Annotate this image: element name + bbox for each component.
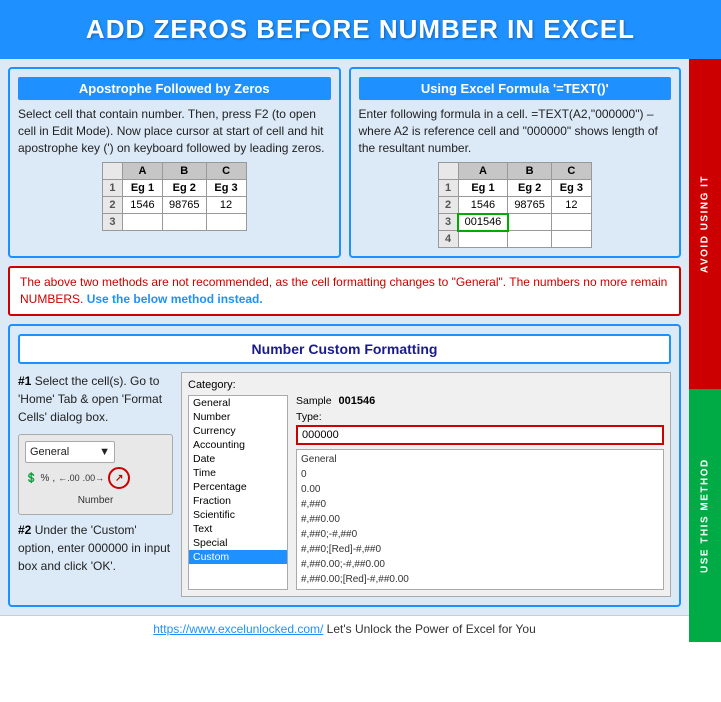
content-area: Apostrophe Followed by Zeros Select cell… <box>0 59 721 642</box>
header-title: ADD ZEROS BEFORE NUMBER IN EXCEL <box>86 14 635 44</box>
step2-text: #2 Under the 'Custom' option, enter 0000… <box>18 521 173 575</box>
category-list: General Number Currency Accounting Date … <box>188 395 288 590</box>
type-option-hash0[interactable]: #,##0 <box>301 497 659 512</box>
dropdown-text: General <box>30 444 69 461</box>
format-icons: 💲 % , ←.00 .00→ <box>25 471 104 486</box>
type-options-list: General 0 0.00 #,##0 #,##0.00 #,##0;-#,#… <box>296 449 664 590</box>
side-tabs: AVOID USING IT USE THIS METHOD <box>689 59 721 642</box>
bottom-section: Number Custom Formatting #1 Select the c… <box>8 324 681 607</box>
left-excel-table: A B C 1 Eg 1 Eg 2 Eg 3 <box>102 162 247 231</box>
footer-tagline: Let's Unlock the Power of Excel for You <box>323 622 535 636</box>
right-panel-text: Enter following formula in a cell. =TEXT… <box>359 106 672 156</box>
dialog-right: Sample 001546 Type: 000000 General 0 <box>296 395 664 590</box>
type-label: Type: <box>296 411 664 423</box>
right-table-col-a: A <box>458 163 508 180</box>
bottom-dialog: Category: General Number Currency Accoun… <box>181 372 671 597</box>
type-option-neg[interactable]: #,##0;-#,##0 <box>301 527 659 542</box>
type-option-neg2[interactable]: #,##0.00;-#,##0.00 <box>301 557 659 572</box>
bottom-title: Number Custom Formatting <box>18 334 671 364</box>
type-option-hash0.00[interactable]: #,##0.00 <box>301 512 659 527</box>
side-tab-use: USE THIS METHOD <box>689 389 721 642</box>
sample-label: Sample <box>296 395 332 407</box>
type-option-red[interactable]: #,##0;[Red]-#,##0 <box>301 542 659 557</box>
bottom-left: #1 Select the cell(s). Go to 'Home' Tab … <box>18 372 173 576</box>
left-table-corner <box>102 163 122 180</box>
table-row: 1 Eg 1 Eg 2 Eg 3 <box>102 180 246 197</box>
type-option-red2[interactable]: #,##0.00;[Red]-#,##0.00 <box>301 572 659 587</box>
table-row: 4 <box>438 231 591 248</box>
comma-icon: , <box>52 471 55 486</box>
dropdown-arrow-icon: ▼ <box>99 444 110 461</box>
step1-text: #1 Select the cell(s). Go to 'Home' Tab … <box>18 372 173 426</box>
footer-link[interactable]: https://www.excelunlocked.com/ <box>153 622 323 636</box>
left-table-col-a: A <box>122 163 162 180</box>
cat-special[interactable]: Special <box>189 536 287 550</box>
table-row: 2 1546 98765 12 <box>438 197 591 214</box>
cat-custom[interactable]: Custom <box>189 550 287 564</box>
format-icons-row: 💲 % , ←.00 .00→ ↗ <box>25 467 166 489</box>
cat-number[interactable]: Number <box>189 410 287 424</box>
sample-value: 001546 <box>339 395 376 407</box>
percent-icon: % <box>40 471 49 486</box>
left-panel-title: Apostrophe Followed by Zeros <box>18 77 331 100</box>
format-label: Number <box>25 493 166 508</box>
category-label: Category: <box>188 379 664 391</box>
cat-scientific[interactable]: Scientific <box>189 508 287 522</box>
right-excel-table: A B C 1 Eg 1 Eg 2 Eg 3 <box>438 162 592 248</box>
page-container: ADD ZEROS BEFORE NUMBER IN EXCEL Apostro… <box>0 0 721 642</box>
right-panel: Using Excel Formula '=TEXT()' Enter foll… <box>349 67 682 258</box>
top-panels: Apostrophe Followed by Zeros Select cell… <box>8 67 681 258</box>
type-option-0.00[interactable]: 0.00 <box>301 482 659 497</box>
dialog-sample: Sample 001546 <box>296 395 664 407</box>
warning-bar: The above two methods are not recommende… <box>8 266 681 316</box>
left-panel-text: Select cell that contain number. Then, p… <box>18 106 331 156</box>
format-row: General ▼ <box>25 441 166 464</box>
footer: https://www.excelunlocked.com/ Let's Unl… <box>0 615 689 642</box>
right-table-col-c: C <box>551 163 591 180</box>
right-table-col-b: B <box>508 163 552 180</box>
cat-percentage[interactable]: Percentage <box>189 480 287 494</box>
left-table-col-b: B <box>162 163 206 180</box>
cat-text[interactable]: Text <box>189 522 287 536</box>
currency-icon: 💲 <box>25 471 37 486</box>
cat-accounting[interactable]: Accounting <box>189 438 287 452</box>
main-content: Apostrophe Followed by Zeros Select cell… <box>0 59 689 615</box>
table-row: 1 Eg 1 Eg 2 Eg 3 <box>438 180 591 197</box>
dialog-row: General Number Currency Accounting Date … <box>188 395 664 590</box>
decrease-decimal-icon: ←.00 <box>58 472 80 486</box>
table-row: 3 <box>102 214 246 231</box>
format-cells-box: General ▼ 💲 % , ←.00 <box>18 434 173 516</box>
cat-fraction[interactable]: Fraction <box>189 494 287 508</box>
left-panel: Apostrophe Followed by Zeros Select cell… <box>8 67 341 258</box>
increase-decimal-icon: .00→ <box>83 472 105 486</box>
outer-wrapper: Apostrophe Followed by Zeros Select cell… <box>0 59 721 642</box>
type-input[interactable]: 000000 <box>296 425 664 445</box>
dialog-box: Category: General Number Currency Accoun… <box>181 372 671 597</box>
type-option-general[interactable]: General <box>301 452 659 467</box>
page-header: ADD ZEROS BEFORE NUMBER IN EXCEL <box>0 0 721 59</box>
left-table-col-c: C <box>206 163 246 180</box>
right-panel-title: Using Excel Formula '=TEXT()' <box>359 77 672 100</box>
cat-currency[interactable]: Currency <box>189 424 287 438</box>
cat-general[interactable]: General <box>189 396 287 410</box>
table-row: 2 1546 98765 12 <box>102 197 246 214</box>
type-option-0[interactable]: 0 <box>301 467 659 482</box>
table-row: 3 001546 <box>438 214 591 231</box>
cat-date[interactable]: Date <box>189 452 287 466</box>
side-tab-avoid: AVOID USING IT <box>689 59 721 389</box>
warning-text2: Use the below method instead. <box>87 292 263 306</box>
bottom-content: #1 Select the cell(s). Go to 'Home' Tab … <box>18 372 671 597</box>
format-cell-arrow-icon: ↗ <box>108 467 130 489</box>
format-dropdown: General ▼ <box>25 441 115 464</box>
cat-time[interactable]: Time <box>189 466 287 480</box>
